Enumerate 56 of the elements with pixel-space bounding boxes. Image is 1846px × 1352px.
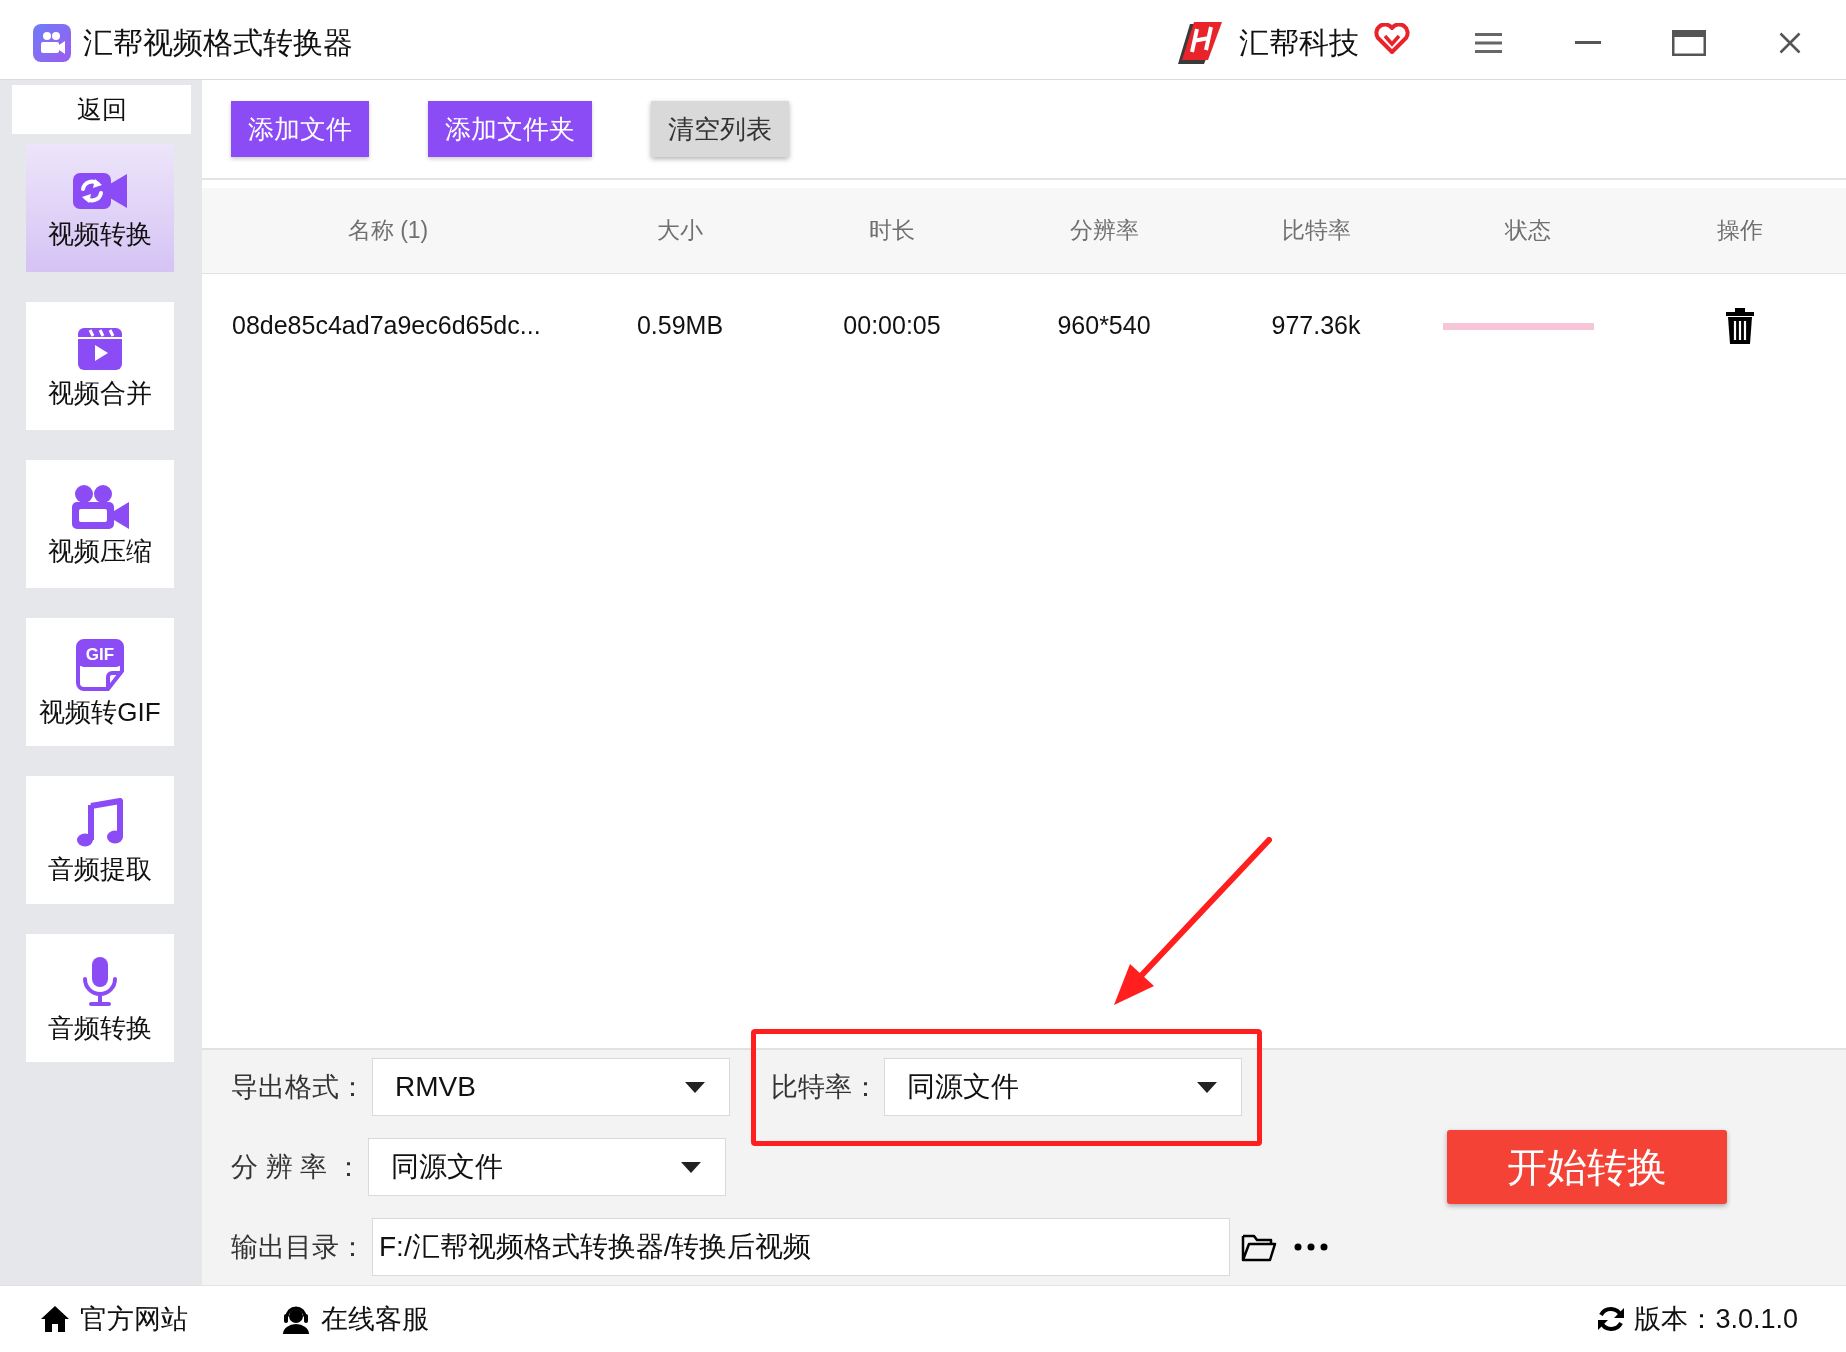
toolbar-button[interactable]: 添加文件	[231, 101, 369, 157]
sidebar-item[interactable]: 音频提取	[26, 776, 174, 904]
table-cell-text: 960*540	[1057, 310, 1151, 342]
column-header: 大小	[657, 216, 703, 246]
home-icon	[40, 1305, 70, 1333]
sidebar-item[interactable]: 视频转换	[26, 144, 174, 272]
column-header: 操作	[1717, 216, 1763, 246]
clapperboard-icon	[76, 326, 124, 372]
gif-file-icon: GIF	[76, 639, 124, 691]
back-button[interactable]: 返回	[12, 85, 191, 134]
sidebar-item[interactable]: 音频转换	[26, 934, 174, 1062]
table-cell-text: 977.36k	[1271, 310, 1361, 342]
more-icon[interactable]	[1294, 1243, 1328, 1251]
app-logo-icon	[33, 23, 71, 62]
column-header: 分辨率	[1069, 216, 1139, 246]
table-cell-text: 0.59MB	[636, 310, 724, 342]
music-note-icon	[76, 798, 124, 848]
column-header: 时长	[869, 216, 915, 246]
brand-logo-icon	[1176, 19, 1224, 66]
field-label: 分 辨 率 ：	[231, 1150, 363, 1184]
trash-icon[interactable]	[1725, 308, 1755, 344]
dropdown[interactable]: RMVB	[372, 1058, 730, 1116]
sidebar-item[interactable]: 视频压缩	[26, 460, 174, 588]
folder-icon[interactable]	[1241, 1232, 1277, 1262]
sidebar-item[interactable]: GIF 视频转GIF	[26, 618, 174, 746]
maximize-icon[interactable]	[1672, 29, 1706, 56]
version-text: 版本：3.0.1.0	[1634, 1302, 1798, 1336]
toolbar-button[interactable]: 添加文件夹	[428, 101, 592, 157]
field-label: 输出目录：	[231, 1230, 367, 1264]
dropdown[interactable]: 同源文件	[884, 1058, 1242, 1116]
column-header: 比特率	[1281, 216, 1351, 246]
footer-link[interactable]: 在线客服	[281, 1298, 429, 1340]
footer-link[interactable]: 官方网站	[40, 1298, 188, 1340]
caret-icon	[1197, 1081, 1217, 1093]
movie-camera-icon	[70, 484, 130, 530]
field-label: 比特率：	[771, 1070, 880, 1104]
column-header: 名称 (1)	[347, 216, 429, 246]
table-cell-text: 00:00:05	[843, 310, 941, 342]
path-field[interactable]: F:/汇帮视频格式转换器/转换后视频	[372, 1218, 1230, 1276]
field-label: 导出格式：	[231, 1070, 367, 1104]
column-header: 状态	[1505, 216, 1551, 246]
headset-person-icon	[281, 1304, 311, 1334]
microphone-icon	[80, 955, 120, 1007]
brand-name: 汇帮科技	[1239, 25, 1359, 61]
window-title: 汇帮视频格式转换器	[83, 25, 353, 61]
start-button[interactable]: 开始转换	[1447, 1130, 1727, 1204]
heart-icon[interactable]	[1374, 22, 1410, 55]
menu-icon[interactable]	[1475, 32, 1502, 53]
refresh-icon[interactable]	[1596, 1304, 1627, 1334]
sidebar-item[interactable]: 视频合并	[26, 302, 174, 430]
close-icon[interactable]	[1779, 31, 1801, 54]
toolbar-button[interactable]: 清空列表	[651, 101, 789, 157]
caret-icon	[681, 1161, 701, 1173]
caret-icon	[685, 1081, 705, 1093]
dropdown[interactable]: 同源文件	[368, 1138, 726, 1196]
table-cell-text: 08de85c4ad7a9ec6d65dc...	[232, 310, 541, 342]
